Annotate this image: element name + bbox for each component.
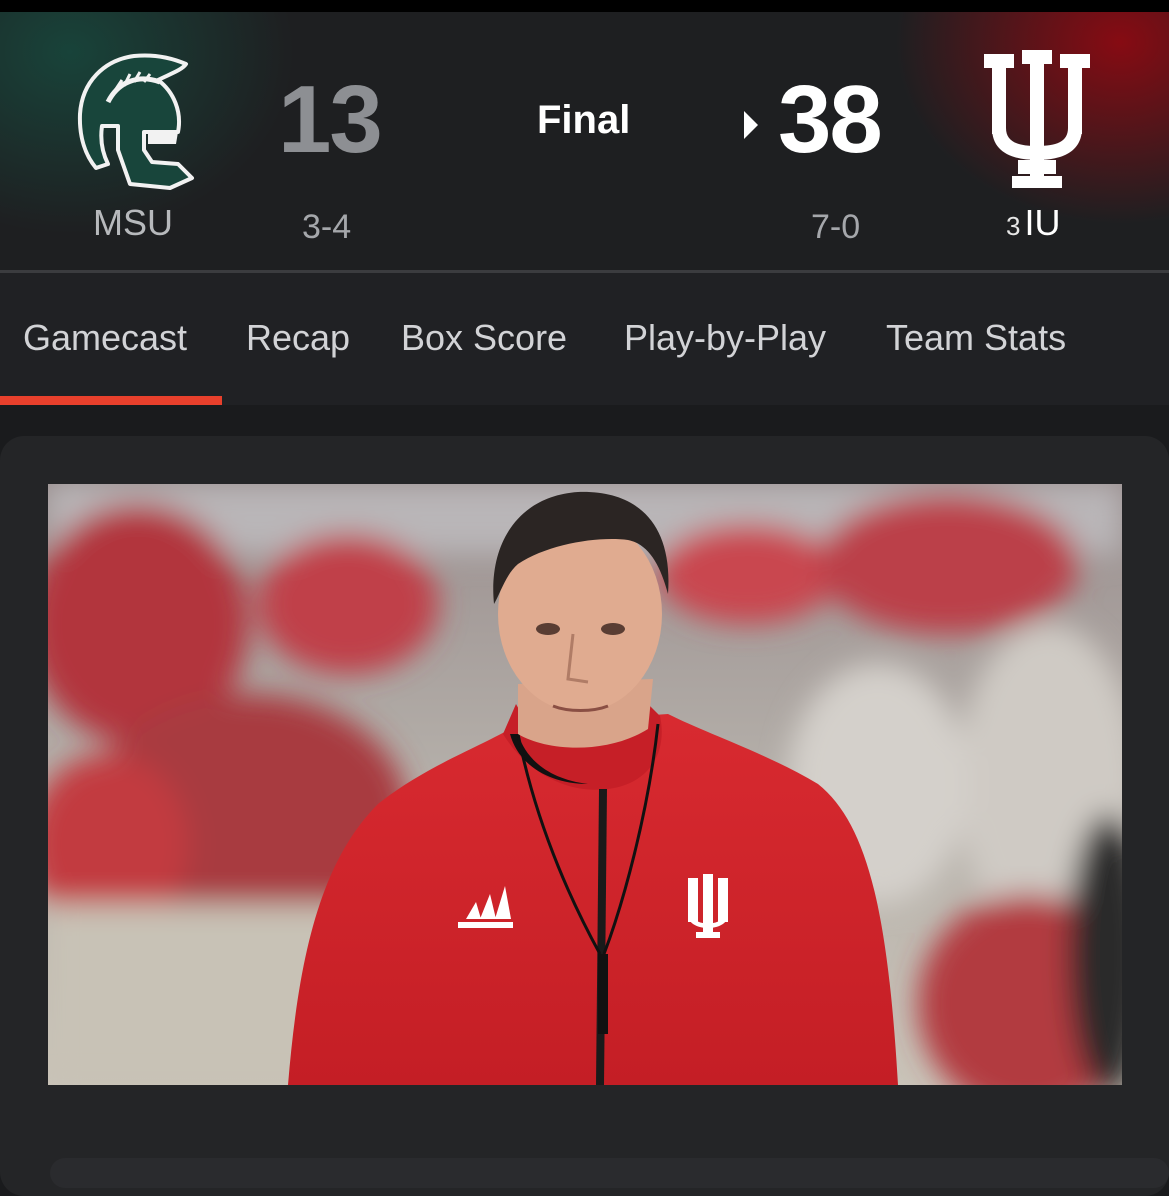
active-tab-indicator [0,396,222,405]
spartan-helmet-icon[interactable] [74,52,198,192]
status-bar-strip [0,0,1169,12]
home-abbr-label: IU [1024,202,1061,243]
away-score: 13 [278,66,383,173]
tab-play-by-play[interactable]: Play-by-Play [624,317,826,359]
iu-trident-icon[interactable] [982,48,1092,190]
home-team-abbr[interactable]: 3 IU [1006,202,1060,244]
away-record: 3-4 [302,208,352,246]
tab-team-stats[interactable]: Team Stats [886,317,1066,359]
coach-photo[interactable] [48,484,1122,1085]
tab-gamecast[interactable]: Gamecast [23,317,187,359]
away-team-abbr[interactable]: MSU [93,202,173,244]
tab-recap[interactable]: Recap [246,317,350,359]
tab-box-score[interactable]: Box Score [401,317,567,359]
home-score: 38 [778,66,883,173]
game-tabs: Gamecast Recap Box Score Play-by-Play Te… [0,273,1169,405]
next-card[interactable] [50,1158,1169,1188]
team-rank: 3 [1006,211,1021,241]
home-record: 7-0 [811,208,861,246]
game-status: Final [537,98,631,142]
winner-indicator-icon [744,111,758,139]
